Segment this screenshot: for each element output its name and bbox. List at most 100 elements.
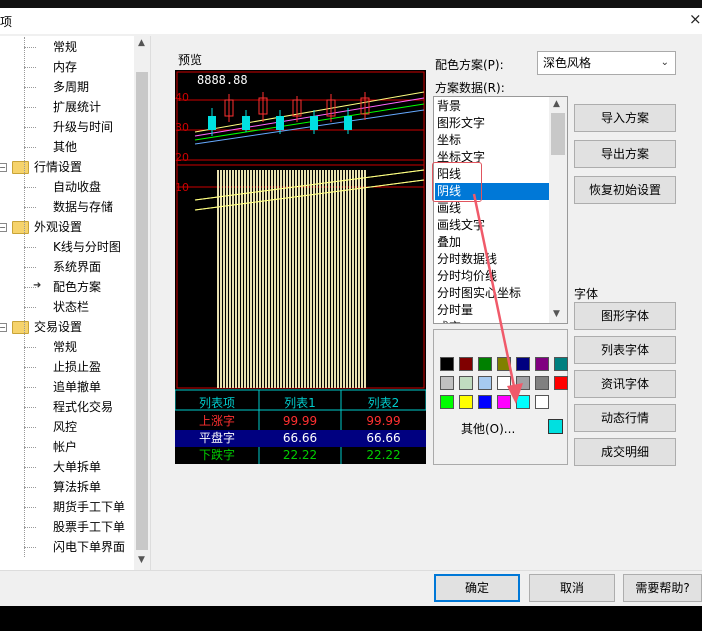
- tree-item-3[interactable]: 扩展统计: [53, 97, 101, 117]
- color-swatch[interactable]: [535, 395, 549, 409]
- tree-item-18[interactable]: 程式化交易: [53, 397, 113, 417]
- price-readout: 8888.88: [197, 73, 248, 87]
- tree-item-20[interactable]: 帐户: [53, 437, 77, 457]
- export-scheme-button[interactable]: 导出方案: [574, 140, 676, 168]
- tree-item-23[interactable]: 期货手工下单: [53, 497, 125, 517]
- preview-table-cell: 平盘字: [198, 431, 235, 445]
- tree-connector: [24, 407, 36, 408]
- preview-table-header: 列表2: [367, 396, 400, 410]
- tree-item-10[interactable]: K线与分时图: [53, 237, 121, 257]
- tree-item-5[interactable]: 其他: [53, 137, 77, 157]
- axis-tick-label: 40: [175, 91, 189, 104]
- trade-detail-button[interactable]: 成交明细: [574, 438, 676, 466]
- scroll-down-icon[interactable]: ▼: [138, 555, 145, 565]
- collapse-icon[interactable]: −: [0, 323, 7, 332]
- axis-tick-label: 30: [175, 121, 189, 134]
- candle: [208, 116, 216, 130]
- scheme-select[interactable]: 深色风格 ⌄: [537, 51, 676, 75]
- preview-table-header: 列表1: [284, 396, 316, 410]
- scheme-data-item[interactable]: 背景: [437, 98, 549, 115]
- tree-connector: [24, 527, 36, 528]
- list-scrollbar-thumb[interactable]: [551, 113, 565, 155]
- list-font-button[interactable]: 列表字体: [574, 336, 676, 364]
- tree-connector: [24, 247, 36, 248]
- color-swatch[interactable]: [554, 357, 568, 371]
- news-font-button[interactable]: 资讯字体: [574, 370, 676, 398]
- ok-button[interactable]: 确定: [434, 574, 520, 602]
- collapse-icon[interactable]: −: [0, 223, 7, 232]
- list-scroll-down-icon[interactable]: ▼: [553, 309, 560, 319]
- tree-connector: [24, 107, 36, 108]
- scroll-up-icon[interactable]: ▲: [138, 38, 145, 48]
- tree-connector: [24, 427, 36, 428]
- tree-item-7[interactable]: 自动收盘: [53, 177, 101, 197]
- collapse-icon[interactable]: −: [0, 163, 7, 172]
- tree-item-21[interactable]: 大单拆单: [53, 457, 101, 477]
- tree-item-2[interactable]: 多周期: [53, 77, 89, 97]
- tree-connector: [24, 127, 36, 128]
- preview-table-header: 列表项: [198, 396, 235, 410]
- tree-item-4[interactable]: 升级与时间: [53, 117, 113, 137]
- tree-connector: [24, 367, 36, 368]
- candle: [310, 116, 318, 130]
- tree-item-24[interactable]: 股票手工下单: [53, 517, 125, 537]
- tree-item-8[interactable]: 数据与存储: [53, 197, 113, 217]
- folder-icon: [12, 321, 29, 334]
- scheme-data-item[interactable]: 坐标: [437, 132, 549, 149]
- preview-table-cell: 66.66: [282, 431, 318, 445]
- tree-item-25[interactable]: 闪电下单界面: [53, 537, 125, 557]
- import-scheme-button[interactable]: 导入方案: [574, 104, 676, 132]
- tree-connector: [24, 487, 36, 488]
- tree-connector: [24, 267, 36, 268]
- color-swatch[interactable]: [440, 357, 454, 371]
- tree-item-0[interactable]: 常规: [53, 37, 77, 57]
- annotation-arrow: [472, 193, 523, 404]
- preview-table-cell: 22.22: [366, 448, 401, 462]
- tree-item-1[interactable]: 内存: [53, 57, 77, 77]
- other-color-button[interactable]: 其他(O)...: [461, 420, 515, 437]
- window-title: 选项: [0, 15, 13, 29]
- tree-connector: [24, 387, 36, 388]
- color-swatch[interactable]: [535, 376, 549, 390]
- tree-item-15[interactable]: 常规: [53, 337, 77, 357]
- dynamic-quote-button[interactable]: 动态行情: [574, 404, 676, 432]
- folder-icon: [12, 221, 29, 234]
- preview-table-cell: 66.66: [366, 431, 401, 445]
- color-swatch[interactable]: [554, 376, 568, 390]
- tree-group-9[interactable]: 外观设置: [34, 217, 82, 237]
- tree-connector: [24, 67, 36, 68]
- scheme-select-value: 深色风格: [543, 56, 592, 70]
- scheme-label: 配色方案(P):: [435, 58, 504, 72]
- screen-bottom-edge: [0, 606, 702, 631]
- color-swatch[interactable]: [535, 357, 549, 371]
- tree-item-22[interactable]: 算法拆单: [53, 477, 101, 497]
- close-icon[interactable]: ×: [689, 10, 702, 28]
- tree-item-17[interactable]: 追单撤单: [53, 377, 101, 397]
- tree-connector: [24, 467, 36, 468]
- cancel-button[interactable]: 取消: [529, 574, 615, 602]
- tree-connector: [24, 347, 36, 348]
- tree-connector: [24, 207, 36, 208]
- preview-table-cell: 上涨字: [198, 414, 235, 428]
- restore-defaults-button[interactable]: 恢复初始设置: [574, 176, 676, 204]
- color-swatch[interactable]: [440, 376, 454, 390]
- tree-connector: [24, 37, 25, 557]
- tree-item-11[interactable]: 系统界面: [53, 257, 101, 277]
- tree-item-13[interactable]: 状态栏: [53, 297, 89, 317]
- tree-group-14[interactable]: 交易设置: [34, 317, 82, 337]
- tree-item-16[interactable]: 止损止盈: [53, 357, 101, 377]
- chart-font-button[interactable]: 图形字体: [574, 302, 676, 330]
- scheme-data-item[interactable]: 图形文字: [437, 115, 549, 132]
- help-button[interactable]: 需要帮助?: [623, 574, 702, 602]
- list-scroll-up-icon[interactable]: ▲: [553, 99, 560, 109]
- tree-connector: [24, 47, 36, 48]
- color-swatch[interactable]: [440, 395, 454, 409]
- axis-tick-label: 20: [175, 151, 189, 164]
- tree-connector: [24, 507, 36, 508]
- tree-scrollbar-thumb[interactable]: [136, 72, 148, 550]
- tree-item-19[interactable]: 风控: [53, 417, 77, 437]
- candle: [344, 116, 352, 130]
- tree-group-6[interactable]: 行情设置: [34, 157, 82, 177]
- tree-item-12[interactable]: 配色方案: [53, 277, 101, 297]
- selected-arrow-icon: ➜: [33, 280, 42, 291]
